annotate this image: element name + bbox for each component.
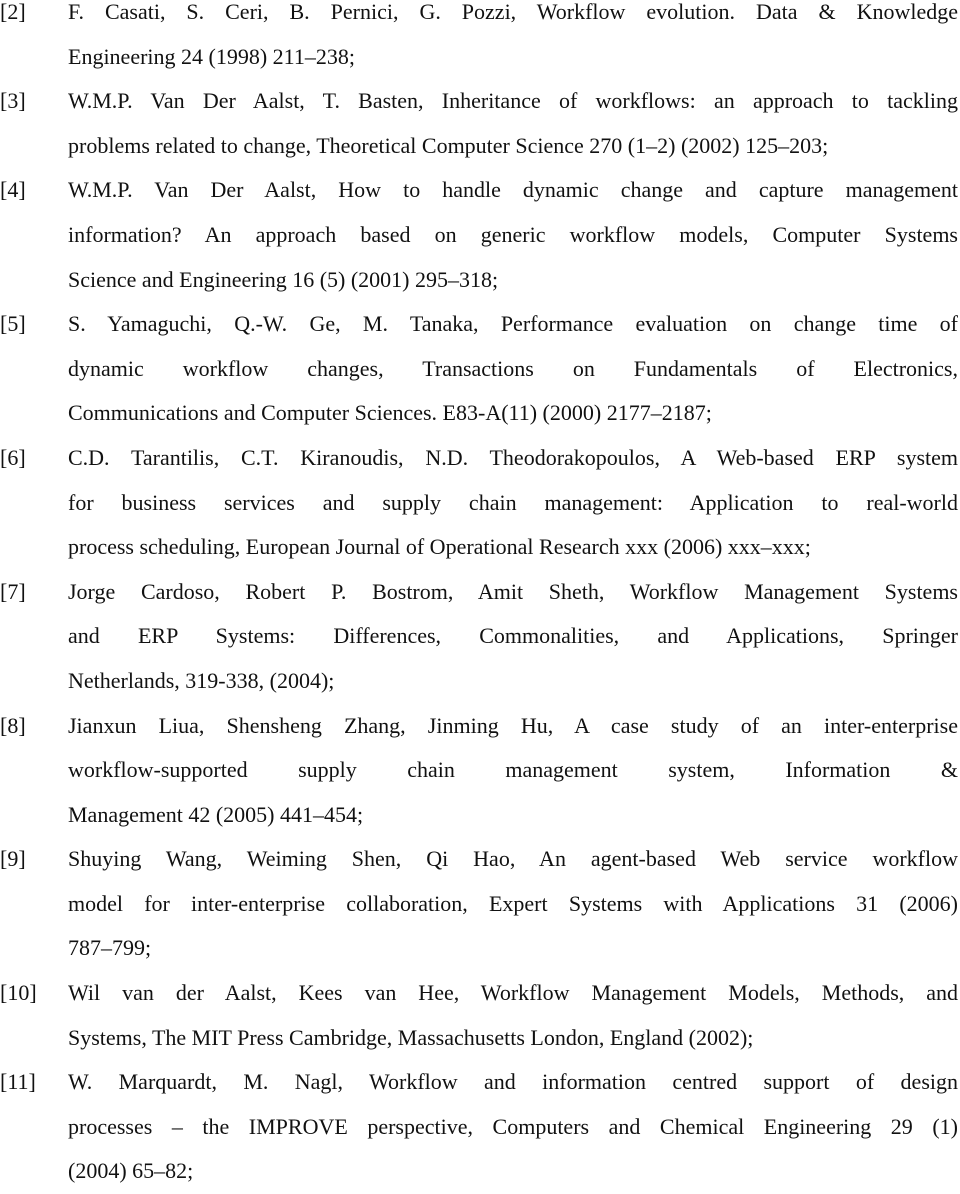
reference-text: Jorge Cardoso, Robert P. Bostrom, Amit S… (68, 570, 958, 704)
reference-item: [6] C.D. Tarantilis, C.T. Kiranoudis, N.D… (0, 436, 958, 570)
reference-item: [10] Wil van der Aalst, Kees van Hee, Wor… (0, 971, 958, 1060)
reference-item: [5] S. Yamaguchi, Q.-W. Ge, M. Tanaka, Pe… (0, 302, 958, 436)
reference-number: [7] (0, 578, 26, 604)
reference-text: W.M.P. Van Der Aalst, T. Basten, Inherit… (68, 79, 958, 168)
reference-line: model for inter-enterprise collaboration… (68, 890, 958, 916)
reference-number: [3] (0, 88, 26, 114)
reference-text: S. Yamaguchi, Q.-W. Ge, M. Tanaka, Perfo… (68, 302, 958, 436)
reference-number: [11] (0, 1069, 36, 1095)
reference-number: [4] (0, 177, 26, 203)
reference-text: Wil van der Aalst, Kees van Hee, Workflo… (68, 971, 958, 1060)
reference-number: [10] (0, 980, 37, 1006)
reference-line: C.D. Tarantilis, C.T. Kiranoudis, N.D. T… (68, 444, 958, 470)
reference-number: [9] (0, 846, 26, 872)
reference-number: [2] (0, 0, 26, 24)
reference-number: [8] (0, 712, 26, 738)
reference-line: Engineering 24 (1998) 211–238; (68, 43, 355, 69)
reference-number: [5] (0, 311, 26, 337)
reference-line: Wil van der Aalst, Kees van Hee, Workflo… (68, 980, 958, 1006)
reference-item: [3] W.M.P. Van Der Aalst, T. Basten, Inhe… (0, 79, 958, 168)
reference-line: process scheduling, European Journal of … (68, 534, 811, 560)
reference-text: W. Marquardt, M. Nagl, Workflow and info… (68, 1060, 958, 1194)
reference-line: information? An approach based on generi… (68, 221, 958, 247)
reference-line: processes – the IMPROVE perspective, Com… (68, 1113, 958, 1139)
reference-line: Science and Engineering 16 (5) (2001) 29… (68, 266, 499, 292)
reference-line: Jianxun Liua, Shensheng Zhang, Jinming H… (68, 712, 958, 738)
reference-line: dynamic workflow changes, Transactions o… (68, 355, 958, 381)
reference-line: Jorge Cardoso, Robert P. Bostrom, Amit S… (68, 578, 958, 604)
reference-line: S. Yamaguchi, Q.-W. Ge, M. Tanaka, Perfo… (68, 311, 958, 337)
reference-item: [11] W. Marquardt, M. Nagl, Workflow and … (0, 1060, 958, 1194)
reference-list: [2] F. Casati, S. Ceri, B. Pernici, G. Po… (0, 0, 958, 1194)
reference-line: Systems, The MIT Press Cambridge, Massac… (68, 1024, 754, 1050)
reference-number: [6] (0, 444, 26, 470)
reference-line: problems related to change, Theoretical … (68, 132, 829, 158)
reference-line: and ERP Systems: Differences, Commonalit… (68, 623, 958, 649)
reference-line: workflow-supported supply chain manageme… (68, 757, 958, 783)
reference-line: (2004) 65–82; (68, 1158, 194, 1184)
reference-line: 787–799; (68, 935, 152, 961)
reference-line: Shuying Wang, Weiming Shen, Qi Hao, An a… (68, 846, 958, 872)
reference-item: [7] Jorge Cardoso, Robert P. Bostrom, Ami… (0, 570, 958, 704)
reference-item: [4] W.M.P. Van Der Aalst, How to handle d… (0, 168, 958, 302)
reference-line: W. Marquardt, M. Nagl, Workflow and info… (68, 1069, 958, 1095)
reference-line: W.M.P. Van Der Aalst, T. Basten, Inherit… (68, 88, 958, 114)
reference-text: Shuying Wang, Weiming Shen, Qi Hao, An a… (68, 837, 958, 971)
reference-text: Jianxun Liua, Shensheng Zhang, Jinming H… (68, 704, 958, 838)
reference-item: [8] Jianxun Liua, Shensheng Zhang, Jinmin… (0, 704, 958, 838)
reference-line: Communications and Computer Sciences. E8… (68, 400, 712, 426)
reference-text: C.D. Tarantilis, C.T. Kiranoudis, N.D. T… (68, 436, 958, 570)
reference-text: F. Casati, S. Ceri, B. Pernici, G. Pozzi… (68, 0, 958, 79)
reference-line: F. Casati, S. Ceri, B. Pernici, G. Pozzi… (68, 0, 958, 24)
reference-text: W.M.P. Van Der Aalst, How to handle dyna… (68, 168, 958, 302)
reference-line: W.M.P. Van Der Aalst, How to handle dyna… (68, 177, 958, 203)
reference-line: Management 42 (2005) 441–454; (68, 801, 364, 827)
reference-line: Netherlands, 319-338, (2004); (68, 667, 335, 693)
reference-line: for business services and supply chain m… (68, 489, 958, 515)
reference-item: [9] Shuying Wang, Weiming Shen, Qi Hao, A… (0, 837, 958, 971)
reference-item: [2] F. Casati, S. Ceri, B. Pernici, G. Po… (0, 0, 958, 79)
